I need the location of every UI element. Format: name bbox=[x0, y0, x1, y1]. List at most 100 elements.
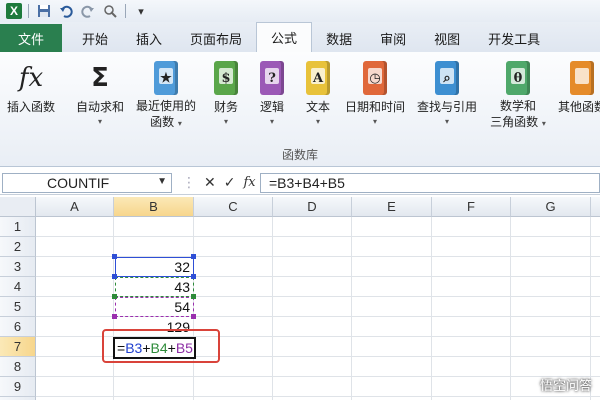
column-header-e[interactable]: E bbox=[352, 197, 432, 217]
grid-cell[interactable] bbox=[36, 257, 114, 277]
autosum-button[interactable]: Σ 自动求和 ▾ bbox=[72, 58, 128, 140]
grid-cell[interactable] bbox=[591, 297, 600, 317]
grid-cell[interactable] bbox=[36, 237, 114, 257]
range-handle[interactable] bbox=[191, 274, 196, 279]
lookup-reference-button[interactable]: ⌕ 查找与引用 ▾ bbox=[412, 58, 482, 140]
datetime-button[interactable]: ◷ 日期和时间 ▾ bbox=[342, 58, 408, 140]
grid-cell[interactable] bbox=[352, 297, 432, 317]
grid-cell[interactable] bbox=[352, 317, 432, 337]
grid-cell[interactable] bbox=[591, 257, 600, 277]
grid-cell[interactable] bbox=[591, 217, 600, 237]
tab-home[interactable]: 开始 bbox=[68, 24, 122, 52]
grid-cell[interactable] bbox=[591, 317, 600, 337]
row-header-4[interactable]: 4 bbox=[0, 277, 36, 297]
row-header-7[interactable]: 7 bbox=[0, 337, 36, 357]
confirm-icon[interactable]: ✓ bbox=[224, 175, 236, 191]
grid-cell[interactable] bbox=[432, 337, 511, 357]
column-header-c[interactable]: C bbox=[194, 197, 273, 217]
financial-button[interactable]: $ 财务 ▾ bbox=[206, 58, 246, 140]
grid-cell[interactable] bbox=[114, 237, 194, 257]
grid-cell[interactable] bbox=[194, 257, 273, 277]
tab-review[interactable]: 审阅 bbox=[366, 24, 420, 52]
grid-cell[interactable] bbox=[432, 217, 511, 237]
grid-cell[interactable] bbox=[194, 297, 273, 317]
formula-input[interactable]: =B3+B4+B5 bbox=[260, 172, 600, 193]
grid-cell[interactable] bbox=[591, 237, 600, 257]
grid-cell[interactable] bbox=[114, 377, 194, 397]
more-functions-button[interactable]: 其他函数 bbox=[552, 58, 600, 140]
grid-cell[interactable] bbox=[432, 277, 511, 297]
row-header-3[interactable]: 3 bbox=[0, 257, 36, 277]
range-handle[interactable] bbox=[112, 254, 117, 259]
grid-cell[interactable] bbox=[511, 297, 591, 317]
paint-icon[interactable] bbox=[101, 2, 119, 20]
grid-cell[interactable] bbox=[352, 277, 432, 297]
undo-icon[interactable] bbox=[57, 2, 75, 20]
chevron-down-icon[interactable]: ▼ bbox=[157, 176, 167, 187]
grid-cell[interactable] bbox=[273, 317, 352, 337]
insert-function-button[interactable]: fx 插入函数 bbox=[2, 58, 60, 140]
grid-cell[interactable] bbox=[352, 357, 432, 377]
column-header-b[interactable]: B bbox=[114, 197, 194, 217]
grid-cell[interactable] bbox=[273, 217, 352, 237]
tab-insert[interactable]: 插入 bbox=[122, 24, 176, 52]
column-header-g[interactable]: G bbox=[511, 197, 591, 217]
name-box[interactable]: COUNTIF ▼ bbox=[2, 172, 172, 193]
tab-page-layout[interactable]: 页面布局 bbox=[176, 24, 256, 52]
grid-cell[interactable] bbox=[352, 337, 432, 357]
range-handle[interactable] bbox=[112, 294, 117, 299]
grid-cell[interactable] bbox=[511, 257, 591, 277]
grid-cell[interactable] bbox=[273, 297, 352, 317]
tab-file[interactable]: 文件 bbox=[0, 24, 62, 52]
recent-functions-button[interactable]: ★ 最近使用的 函数 ▾ bbox=[132, 58, 200, 140]
grid-cell[interactable] bbox=[352, 377, 432, 397]
range-handle[interactable] bbox=[191, 254, 196, 259]
tab-data[interactable]: 数据 bbox=[312, 24, 366, 52]
save-icon[interactable] bbox=[35, 2, 53, 20]
text-button[interactable]: A 文本 ▾ bbox=[298, 58, 338, 140]
grid-cell[interactable] bbox=[114, 217, 194, 237]
grid-cell[interactable] bbox=[591, 277, 600, 297]
row-header-6[interactable]: 6 bbox=[0, 317, 36, 337]
range-handle[interactable] bbox=[191, 294, 196, 299]
cancel-icon[interactable]: ✕ bbox=[204, 175, 216, 191]
grid-cell[interactable] bbox=[352, 237, 432, 257]
worksheet-grid[interactable]: A B C D E F G 1 2 3 4 5 6 7 8 9 10 32 43… bbox=[0, 197, 600, 400]
grid-cell[interactable] bbox=[194, 277, 273, 297]
logical-button[interactable]: ? 逻辑 ▾ bbox=[252, 58, 292, 140]
dropdown-icon[interactable]: ▾ bbox=[132, 2, 150, 20]
grid-cell[interactable] bbox=[591, 377, 600, 397]
grid-cell[interactable] bbox=[273, 357, 352, 377]
tab-formulas[interactable]: 公式 bbox=[256, 22, 313, 52]
column-header-h[interactable] bbox=[591, 197, 600, 217]
grid-cell[interactable] bbox=[36, 377, 114, 397]
grid-cell[interactable] bbox=[432, 377, 511, 397]
row-header-9[interactable]: 9 bbox=[0, 377, 36, 397]
row-header-5[interactable]: 5 bbox=[0, 297, 36, 317]
grid-cell[interactable] bbox=[432, 257, 511, 277]
range-handle[interactable] bbox=[112, 274, 117, 279]
grid-cell[interactable] bbox=[511, 217, 591, 237]
grid-cell[interactable] bbox=[352, 217, 432, 237]
grid-cell[interactable] bbox=[36, 217, 114, 237]
tab-developer[interactable]: 开发工具 bbox=[474, 24, 554, 52]
grid-cell[interactable] bbox=[591, 357, 600, 377]
grid-cell[interactable] bbox=[36, 277, 114, 297]
range-handle[interactable] bbox=[112, 314, 117, 319]
grid-cell[interactable] bbox=[511, 317, 591, 337]
grid-cell[interactable] bbox=[591, 337, 600, 357]
grid-cell[interactable] bbox=[511, 337, 591, 357]
tab-view[interactable]: 视图 bbox=[420, 24, 474, 52]
grid-cell[interactable] bbox=[273, 257, 352, 277]
row-header-2[interactable]: 2 bbox=[0, 237, 36, 257]
column-header-a[interactable]: A bbox=[36, 197, 114, 217]
grid-cell[interactable] bbox=[432, 297, 511, 317]
fx-icon[interactable]: fx bbox=[243, 175, 255, 190]
grid-cell[interactable] bbox=[273, 377, 352, 397]
grid-cell[interactable] bbox=[432, 317, 511, 337]
column-header-f[interactable]: F bbox=[432, 197, 511, 217]
column-header-d[interactable]: D bbox=[273, 197, 352, 217]
redo-icon[interactable] bbox=[79, 2, 97, 20]
grid-cell[interactable] bbox=[194, 237, 273, 257]
grid-cell[interactable] bbox=[194, 377, 273, 397]
